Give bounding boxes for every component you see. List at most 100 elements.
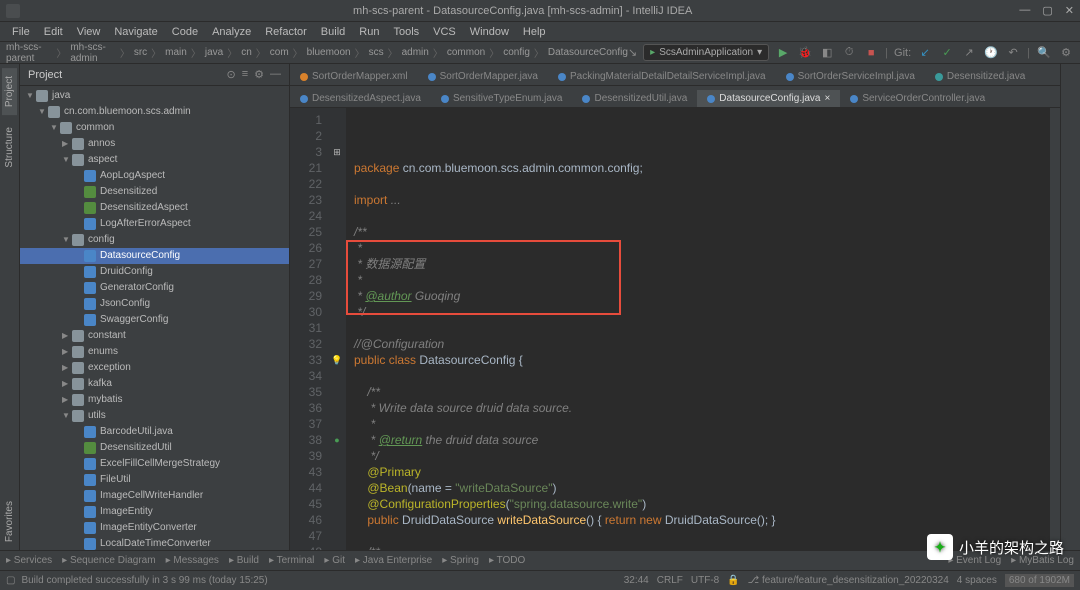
ide-settings-icon[interactable]: ⚙ bbox=[1058, 45, 1074, 61]
project-tool-tab[interactable]: Project bbox=[2, 68, 17, 115]
menu-analyze[interactable]: Analyze bbox=[206, 24, 257, 40]
editor-tab[interactable]: ServiceOrderController.java bbox=[840, 90, 995, 107]
structure-tool-tab[interactable]: Structure bbox=[2, 119, 17, 176]
crumb[interactable]: admin bbox=[402, 47, 429, 58]
indent[interactable]: 4 spaces bbox=[957, 575, 997, 586]
close-icon[interactable]: ✕ bbox=[1065, 4, 1074, 17]
run-config-selector[interactable]: ▸ ScsAdminApplication ▾ bbox=[643, 44, 769, 61]
breadcrumb[interactable]: mh-scs-parent〉mh-scs-admin〉src〉main〉java… bbox=[6, 42, 628, 64]
crumb[interactable]: scs bbox=[369, 47, 384, 58]
tool-todo[interactable]: ▸ TODO bbox=[489, 555, 525, 566]
tool-mybatis-log[interactable]: ▸ MyBatis Log bbox=[1011, 555, 1074, 566]
tree-item[interactable]: BarcodeUtil.java bbox=[20, 424, 289, 440]
menu-help[interactable]: Help bbox=[517, 24, 552, 40]
editor-tab[interactable]: Desensitized.java bbox=[925, 68, 1035, 85]
editor-tab[interactable]: SensitiveTypeEnum.java bbox=[431, 90, 573, 107]
encoding[interactable]: UTF-8 bbox=[691, 575, 719, 586]
tree-item[interactable]: GeneratorConfig bbox=[20, 280, 289, 296]
menu-file[interactable]: File bbox=[6, 24, 36, 40]
coverage-button[interactable]: ◧ bbox=[819, 45, 835, 61]
memory[interactable]: 680 of 1902M bbox=[1005, 574, 1074, 587]
git-push-icon[interactable]: ↗ bbox=[961, 45, 977, 61]
code-editor[interactable]: 1232122232425262728293031323334353637383… bbox=[290, 108, 1060, 550]
gear-icon[interactable]: ⚙ bbox=[254, 68, 264, 81]
tree-item[interactable]: ▼utils bbox=[20, 408, 289, 424]
menu-build[interactable]: Build bbox=[315, 24, 351, 40]
expand-all-icon[interactable]: ≡ bbox=[242, 68, 248, 81]
search-icon[interactable]: 🔍 bbox=[1036, 45, 1052, 61]
menu-window[interactable]: Window bbox=[464, 24, 515, 40]
minimize-icon[interactable]: — bbox=[1019, 4, 1030, 17]
menu-vcs[interactable]: VCS bbox=[427, 24, 462, 40]
crumb[interactable]: com bbox=[270, 47, 289, 58]
tree-item[interactable]: AopLogAspect bbox=[20, 168, 289, 184]
tree-item[interactable]: ▼config bbox=[20, 232, 289, 248]
tree-item[interactable]: JsonConfig bbox=[20, 296, 289, 312]
editor-tab[interactable]: PackingMaterialDetailDetailServiceImpl.j… bbox=[548, 68, 776, 85]
tool-java-enterprise[interactable]: ▸ Java Enterprise bbox=[355, 555, 432, 566]
menu-view[interactable]: View bbox=[71, 24, 107, 40]
line-separator[interactable]: CRLF bbox=[657, 575, 683, 586]
editor-scrollbar[interactable] bbox=[1050, 108, 1060, 550]
tree-item[interactable]: DruidConfig bbox=[20, 264, 289, 280]
editor-tab[interactable]: DesensitizedUtil.java bbox=[572, 90, 697, 107]
tree-item[interactable]: ▶mybatis bbox=[20, 392, 289, 408]
tool-terminal[interactable]: ▸ Terminal bbox=[269, 555, 314, 566]
menu-tools[interactable]: Tools bbox=[387, 24, 425, 40]
menu-run[interactable]: Run bbox=[353, 24, 385, 40]
project-tree[interactable]: ▼java▼cn.com.bluemoon.scs.admin▼common▶a… bbox=[20, 86, 289, 550]
tree-item[interactable]: ExcelFillCellMergeStrategy bbox=[20, 456, 289, 472]
tree-item[interactable]: ▼java bbox=[20, 88, 289, 104]
editor-tab[interactable]: SortOrderServiceImpl.java bbox=[776, 68, 925, 85]
git-branch[interactable]: ⎇ feature/feature_desensitization_202203… bbox=[748, 575, 949, 586]
select-opened-icon[interactable]: ⊙ bbox=[226, 68, 235, 81]
tree-item[interactable]: ImageEntityConverter bbox=[20, 520, 289, 536]
crumb[interactable]: src bbox=[134, 47, 147, 58]
favorites-tool-tab[interactable]: Favorites bbox=[2, 493, 17, 550]
crumb[interactable]: config bbox=[503, 47, 530, 58]
git-rollback-icon[interactable]: ↶ bbox=[1005, 45, 1021, 61]
editor-tab[interactable]: SortOrderMapper.java bbox=[418, 68, 548, 85]
tree-item[interactable]: DesensitizedAspect bbox=[20, 200, 289, 216]
hide-icon[interactable]: — bbox=[270, 68, 281, 81]
crumb[interactable]: main bbox=[165, 47, 187, 58]
tree-item[interactable]: ImageCellWriteHandler bbox=[20, 488, 289, 504]
editor-tab[interactable]: DatasourceConfig.java × bbox=[697, 90, 840, 107]
menu-refactor[interactable]: Refactor bbox=[259, 24, 313, 40]
crumb[interactable]: java bbox=[205, 47, 223, 58]
tool-spring[interactable]: ▸ Spring bbox=[442, 555, 479, 566]
editor-tab[interactable]: DesensitizedAspect.java bbox=[290, 90, 431, 107]
git-lock-icon[interactable]: 🔒 bbox=[727, 575, 739, 586]
tool-event-log[interactable]: ▸ Event Log bbox=[948, 555, 1001, 566]
tree-item[interactable]: ▶kafka bbox=[20, 376, 289, 392]
tree-item[interactable]: ▶enums bbox=[20, 344, 289, 360]
tree-item[interactable]: FileUtil bbox=[20, 472, 289, 488]
menu-navigate[interactable]: Navigate bbox=[108, 24, 163, 40]
crumb[interactable]: common bbox=[447, 47, 485, 58]
tree-item[interactable]: DesensitizedUtil bbox=[20, 440, 289, 456]
tree-item[interactable]: ▶exception bbox=[20, 360, 289, 376]
crumb[interactable]: DatasourceConfig bbox=[548, 47, 628, 58]
gutter-icons[interactable]: ⊞💡●● bbox=[328, 108, 346, 550]
status-icon[interactable]: ▢ bbox=[6, 575, 15, 586]
debug-button[interactable]: 🐞 bbox=[797, 45, 813, 61]
add-config-icon[interactable]: ↘ bbox=[628, 46, 637, 59]
tool-build[interactable]: ▸ Build bbox=[229, 555, 259, 566]
git-history-icon[interactable]: 🕐 bbox=[983, 45, 999, 61]
profile-button[interactable]: ⏱ bbox=[841, 45, 857, 61]
crumb[interactable]: mh-scs-parent bbox=[6, 42, 52, 64]
tree-item[interactable]: ImageEntity bbox=[20, 504, 289, 520]
tool-sequence-diagram[interactable]: ▸ Sequence Diagram bbox=[62, 555, 155, 566]
menu-edit[interactable]: Edit bbox=[38, 24, 69, 40]
tree-item[interactable]: ▶annos bbox=[20, 136, 289, 152]
tree-item[interactable]: ▶constant bbox=[20, 328, 289, 344]
tool-services[interactable]: ▸ Services bbox=[6, 555, 52, 566]
tool-git[interactable]: ▸ Git bbox=[324, 555, 345, 566]
cursor-position[interactable]: 32:44 bbox=[624, 575, 649, 586]
git-commit-icon[interactable]: ✓ bbox=[939, 45, 955, 61]
run-button[interactable]: ▶ bbox=[775, 45, 791, 61]
stop-button[interactable]: ■ bbox=[863, 45, 879, 61]
tree-item[interactable]: ▼aspect bbox=[20, 152, 289, 168]
maximize-icon[interactable]: ▢ bbox=[1042, 4, 1052, 17]
tree-item[interactable]: DatasourceConfig bbox=[20, 248, 289, 264]
